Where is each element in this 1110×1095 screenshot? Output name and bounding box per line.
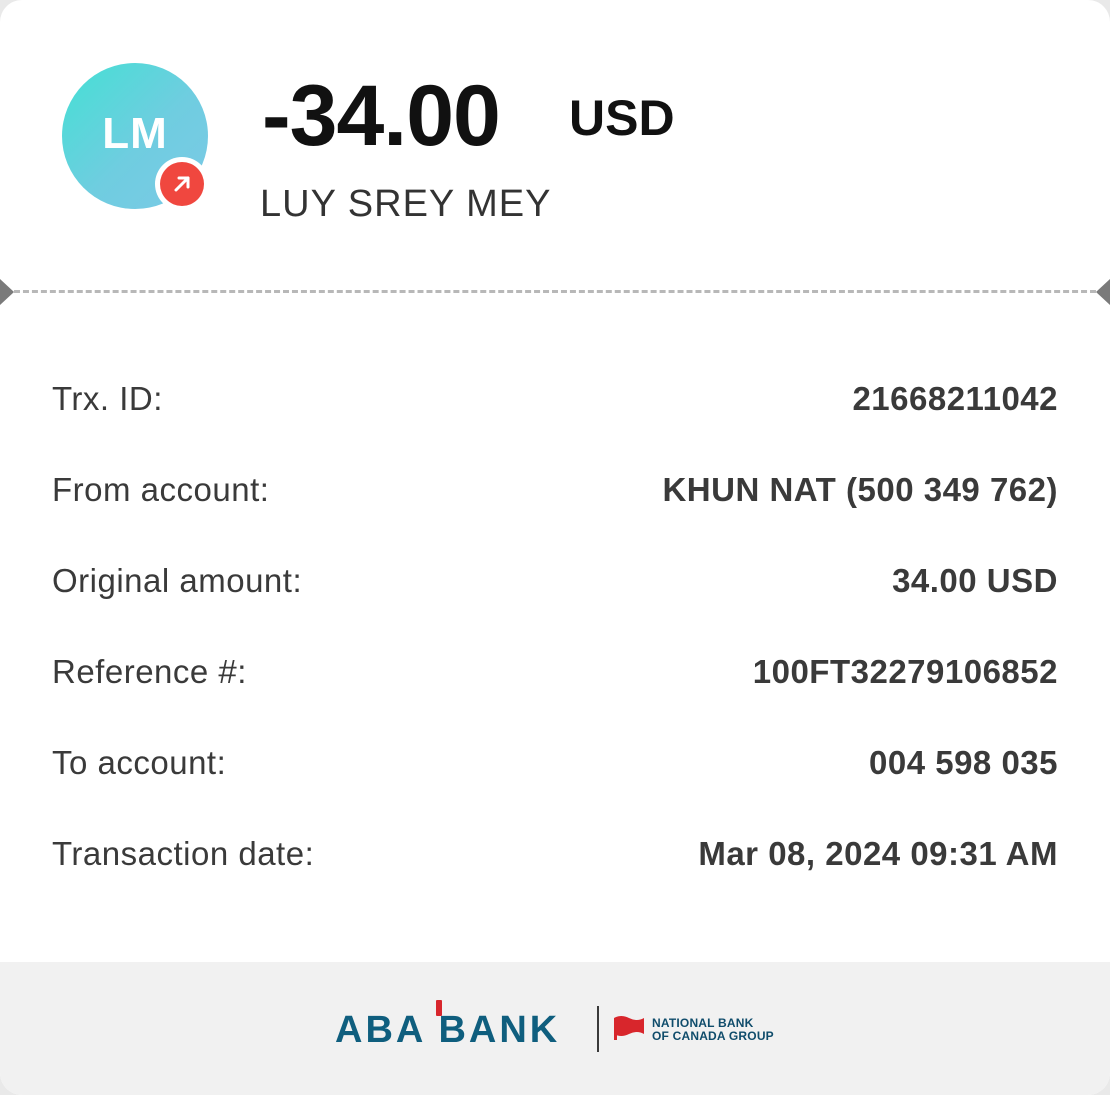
logo-divider — [597, 1006, 599, 1052]
detail-value: 100FT32279106852 — [752, 653, 1058, 690]
avatar-initials: LM — [102, 109, 168, 158]
national-bank-text: NATIONAL BANK OF CANADA GROUP — [652, 1017, 774, 1043]
partner-line-2: OF CANADA GROUP — [652, 1029, 774, 1043]
detail-label: Transaction date: — [52, 835, 315, 872]
recipient-name: LUY SREY MEY — [260, 183, 552, 225]
detail-label: To account: — [52, 744, 227, 781]
separator-notch-right — [1096, 279, 1110, 305]
detail-value: 34.00 USD — [892, 562, 1058, 599]
detail-value: Mar 08, 2024 09:31 AM — [698, 835, 1058, 872]
detail-row-from-account: From account: KHUN NAT (500 349 762) — [52, 459, 1058, 550]
detail-label: Original amount: — [52, 562, 303, 599]
arrow-up-right-icon — [160, 162, 204, 206]
detail-label: Reference #: — [52, 653, 247, 690]
detail-label: From account: — [52, 471, 270, 508]
transaction-amount: -34.00 — [262, 68, 501, 164]
aba-bank-logo-text: ABA BANK — [335, 1009, 561, 1051]
aba-bank-logo: ABA BANK — [335, 1000, 561, 1054]
detail-row-to-account: To account: 004 598 035 — [52, 732, 1058, 823]
separator-notch-left — [0, 279, 14, 305]
detail-label: Trx. ID: — [52, 380, 163, 417]
detail-row-reference: Reference #: 100FT32279106852 — [52, 641, 1058, 732]
detail-value: 21668211042 — [852, 380, 1058, 417]
transaction-details: Trx. ID: 21668211042 From account: KHUN … — [52, 368, 1058, 914]
transaction-receipt: LM -34.00 USD LUY SREY MEY Trx. ID: 2166… — [0, 0, 1110, 1095]
detail-row-original-amount: Original amount: 34.00 USD — [52, 550, 1058, 641]
detail-row-transaction-date: Transaction date: Mar 08, 2024 09:31 AM — [52, 823, 1058, 914]
detail-value: 004 598 035 — [868, 744, 1058, 781]
receipt-footer: ABA BANK NATIONAL BANK OF CANADA GROUP — [0, 962, 1110, 1095]
detail-row-trx-id: Trx. ID: 21668211042 — [52, 368, 1058, 459]
national-bank-flag-icon — [612, 1014, 646, 1047]
aba-logo-accent-icon — [436, 1000, 442, 1016]
detail-value: KHUN NAT (500 349 762) — [662, 471, 1058, 508]
transaction-currency: USD — [569, 90, 675, 146]
dashed-separator — [14, 290, 1096, 293]
outgoing-badge — [155, 157, 209, 211]
